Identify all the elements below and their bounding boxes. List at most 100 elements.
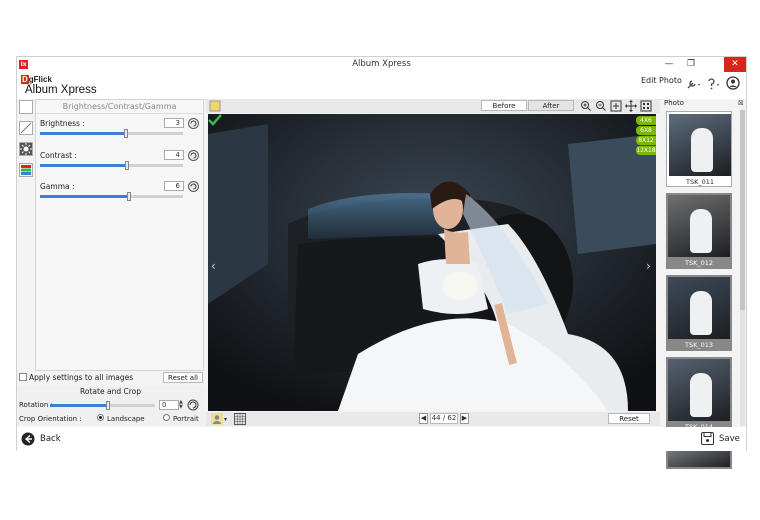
- slider-value-input[interactable]: 4: [164, 150, 184, 160]
- thumbnail-caption: TSK_013: [684, 341, 713, 349]
- slider-fill: [40, 164, 127, 167]
- apply-all-checkbox[interactable]: [19, 373, 27, 381]
- slider-label: Brightness :: [40, 119, 85, 128]
- window-title: Album Xpress: [352, 59, 411, 69]
- restore-button[interactable]: ❐: [680, 57, 702, 72]
- tool-strip: [17, 99, 35, 389]
- slider-thumb[interactable]: [125, 161, 129, 170]
- refresh-icon[interactable]: [188, 150, 199, 161]
- page-indicator: 44 / 62: [430, 413, 458, 424]
- print-size-badge[interactable]: 12X18: [636, 146, 656, 155]
- fullscreen-icon[interactable]: [640, 100, 652, 112]
- color-bars-icon: [21, 165, 31, 175]
- thumbnail-image: [668, 359, 730, 421]
- slider-value-input[interactable]: 3: [164, 118, 184, 128]
- apply-all-label: Apply settings to all images: [29, 373, 134, 382]
- thumbnail-image: [668, 195, 730, 257]
- adjust-slider[interactable]: [40, 161, 183, 170]
- portrait-radio[interactable]: [163, 414, 170, 421]
- refresh-icon[interactable]: [188, 181, 199, 192]
- grid-icon[interactable]: [234, 413, 246, 425]
- wrench-icon[interactable]: [686, 78, 702, 90]
- thumbnail-caption: TSK_012: [684, 259, 713, 267]
- zoom-out-icon[interactable]: [595, 100, 607, 112]
- straighten-icon: [20, 122, 32, 134]
- landscape-label: Landscape: [107, 415, 145, 423]
- photo-scrollbar[interactable]: [740, 110, 745, 426]
- footer-bar: Back Save: [17, 427, 746, 451]
- slider-label: Gamma :: [40, 182, 75, 191]
- rotation-reset-icon[interactable]: [187, 399, 199, 411]
- check-icon: [208, 114, 222, 126]
- before-button[interactable]: Before: [481, 100, 527, 111]
- help-icon[interactable]: [706, 78, 722, 90]
- refresh-icon[interactable]: [188, 118, 199, 129]
- thumbnail-image: [668, 277, 730, 339]
- zoom-in-icon[interactable]: [580, 100, 592, 112]
- slider-thumb[interactable]: [127, 192, 131, 201]
- compare-thumb-icon[interactable]: [209, 100, 221, 112]
- rotate-crop-section: Rotate and Crop Rotation : 0 ▲ ▼ Crop Ori…: [17, 386, 204, 426]
- photo-thumbnail[interactable]: TSK_012: [666, 193, 732, 269]
- photo-thumbnail[interactable]: TSK_014: [666, 357, 732, 433]
- thumbnail-image: [669, 114, 731, 176]
- slider-thumb[interactable]: [124, 129, 128, 138]
- minimize-button[interactable]: —: [658, 57, 680, 72]
- prev-photo-arrow[interactable]: ‹: [211, 259, 216, 273]
- color-tool-icon[interactable]: [19, 163, 33, 177]
- portrait-label: Portrait: [173, 415, 199, 423]
- close-button[interactable]: ✕: [724, 57, 746, 72]
- panel-collapse-icon[interactable]: ⊠: [738, 99, 744, 107]
- image-bottom-bar: ▾ ◀ 44 / 62 ▶ Reset: [206, 412, 660, 426]
- rotation-fill: [50, 404, 108, 407]
- wedding-photo-image: [208, 114, 656, 411]
- next-page-button[interactable]: ▶: [460, 413, 469, 424]
- straighten-tool-icon[interactable]: [19, 121, 33, 135]
- user-icon[interactable]: [726, 76, 740, 90]
- mode-title: Edit Photo: [641, 76, 682, 85]
- main-photo[interactable]: ‹ › 4X6 6X8 8X12 12X18: [208, 114, 656, 411]
- slider-fill: [40, 132, 126, 135]
- fit-icon[interactable]: [610, 100, 622, 112]
- brand-logo: DgFlick: [21, 75, 52, 84]
- brightness-tool-icon[interactable]: [19, 142, 33, 156]
- people-dropdown-caret[interactable]: ▾: [224, 416, 227, 423]
- photo-panel-title: Photo: [664, 99, 684, 107]
- app-header: DgFlick Album Xpress Edit Photo: [17, 73, 746, 100]
- adjust-slider[interactable]: [40, 192, 183, 201]
- crop-tool-icon[interactable]: [19, 100, 33, 114]
- rotation-spinner[interactable]: ▲ ▼: [179, 400, 183, 410]
- back-arrow-icon: [21, 432, 35, 446]
- landscape-radio[interactable]: [97, 414, 104, 421]
- rotation-input[interactable]: 0: [159, 400, 179, 410]
- crop-orientation-label: Crop Orientation :: [19, 415, 82, 423]
- after-button[interactable]: After: [528, 100, 574, 111]
- panel-title: Brightness/Contrast/Gamma: [62, 102, 177, 111]
- print-size-badge[interactable]: 6X8: [636, 126, 656, 135]
- save-button[interactable]: Save: [701, 431, 745, 447]
- photo-panel: Photo ⊠ TSK_011 TSK_012 TSK_013 TSK_014: [662, 99, 746, 469]
- photo-thumbnail[interactable]: TSK_011: [666, 111, 732, 187]
- slider-fill: [40, 195, 129, 198]
- back-button[interactable]: Back: [21, 431, 81, 447]
- app-name: Album Xpress: [25, 84, 97, 96]
- slider-label: Contrast :: [40, 151, 77, 160]
- print-size-badge[interactable]: 4X6: [636, 116, 656, 125]
- move-icon[interactable]: [625, 100, 637, 112]
- prev-page-button[interactable]: ◀: [419, 413, 428, 424]
- image-reset-button[interactable]: Reset: [608, 413, 650, 424]
- save-label: Save: [719, 434, 740, 444]
- next-photo-arrow[interactable]: ›: [646, 259, 651, 273]
- rotation-thumb[interactable]: [106, 401, 110, 410]
- reset-all-button[interactable]: Reset all: [163, 372, 203, 383]
- rotation-slider[interactable]: [50, 401, 155, 410]
- adjust-slider[interactable]: [40, 129, 183, 138]
- people-icon[interactable]: [211, 413, 223, 425]
- rotate-crop-title: Rotate and Crop: [80, 387, 141, 396]
- rotation-label: Rotation :: [19, 401, 53, 409]
- print-size-badge[interactable]: 8X12: [636, 136, 656, 145]
- slider-value-input[interactable]: 6: [164, 181, 184, 191]
- title-bar: Ix Album Xpress — ❐ ✕: [17, 57, 746, 74]
- photo-thumbnail[interactable]: TSK_013: [666, 275, 732, 351]
- sun-icon: [20, 143, 32, 155]
